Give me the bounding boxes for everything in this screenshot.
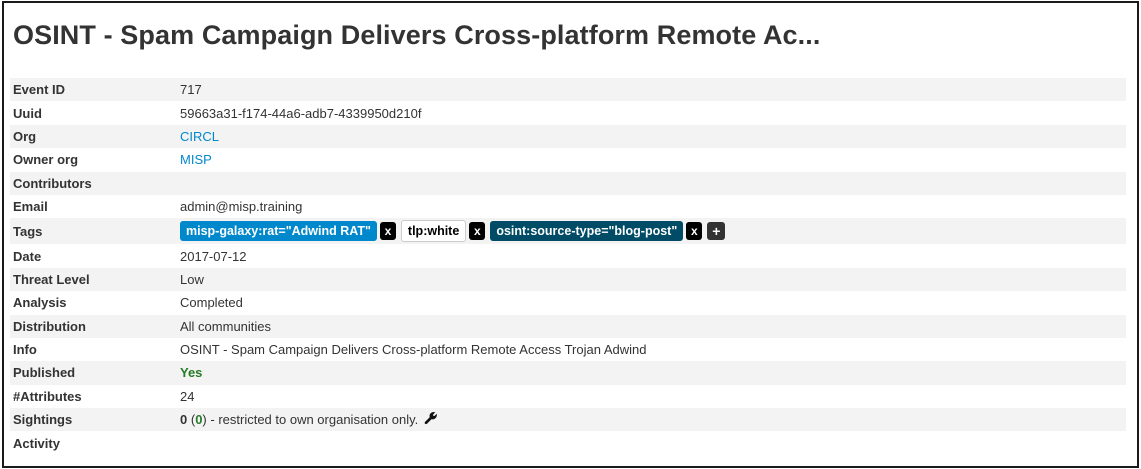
sightings-count: 0 [180,412,188,428]
tag-tlp-white[interactable]: tlp:white [400,220,467,243]
sightings-own-count: 0 [195,412,203,428]
value-info: OSINT - Spam Campaign Delivers Cross-pla… [180,342,647,358]
label-org: Org [13,128,37,144]
label-tags: Tags [13,223,43,239]
row-info: Info OSINT - Spam Campaign Delivers Cros… [10,338,1126,361]
value-threat-level: Low [180,271,204,287]
label-event-id: Event ID [13,82,66,98]
row-org: Org CIRCL [10,124,1126,149]
row-owner-org: Owner org MISP [10,148,1126,171]
row-threat-level: Threat Level Low [10,267,1126,292]
row-published: Published Yes [10,361,1126,385]
row-contributors: Contributors [10,171,1126,195]
label-email: Email [13,199,48,215]
row-distribution: Distribution All communities [10,314,1126,338]
label-published: Published [13,365,76,381]
row-date: Date 2017-07-12 [10,244,1126,267]
row-sightings: Sightings 0 (0) - restricted to own orga… [10,408,1126,432]
row-analysis: Analysis Completed [10,291,1126,314]
label-activity: Activity [13,435,60,451]
row-activity: Activity [10,431,1126,454]
label-attributes: #Attributes [13,388,82,404]
label-info: Info [13,342,37,358]
label-date: Date [13,248,42,264]
label-sightings: Sightings [13,412,73,428]
event-details-table: Event ID 717 Uuid 59663a31-f174-44a6-adb… [10,78,1126,455]
value-distribution: All communities [180,318,272,334]
label-analysis: Analysis [13,295,67,311]
row-event-id: Event ID 717 [10,78,1126,102]
row-tags: Tags misp-galaxy:rat="Adwind RAT" x tlp:… [10,218,1126,245]
value-published: Yes [180,365,203,381]
label-contributors: Contributors [13,175,92,191]
remove-tag-source-type-button[interactable]: x [686,222,703,241]
value-uuid: 59663a31-f174-44a6-adb7-4339950d210f [180,105,422,121]
value-email: admin@misp.training [180,199,303,215]
value-sightings: 0 (0) - restricted to own organisation o… [180,411,1126,428]
value-event-id: 717 [180,82,202,98]
value-attributes: 24 [180,388,195,404]
sightings-note: - restricted to own organisation only. [210,412,419,428]
value-date: 2017-07-12 [180,248,247,264]
row-uuid: Uuid 59663a31-f174-44a6-adb7-4339950d210… [10,101,1126,124]
row-attributes: #Attributes 24 [10,385,1126,408]
page-title: OSINT - Spam Campaign Delivers Cross-pla… [13,20,821,50]
org-link[interactable]: CIRCL [180,129,219,144]
tag-list: misp-galaxy:rat="Adwind RAT" x tlp:white… [180,220,1126,243]
remove-tag-tlp-white-button[interactable]: x [469,222,486,241]
row-email: Email admin@misp.training [10,195,1126,218]
tag-adwind-rat[interactable]: misp-galaxy:rat="Adwind RAT" [180,221,377,242]
wrench-icon[interactable] [424,411,438,428]
label-uuid: Uuid [13,105,42,121]
add-tag-button[interactable]: + [707,222,726,241]
label-threat-level: Threat Level [13,271,90,287]
label-owner-org: Owner org [13,152,79,168]
value-analysis: Completed [180,295,243,311]
tag-source-type-blog-post[interactable]: osint:source-type="blog-post" [490,221,684,242]
remove-tag-adwind-rat-button[interactable]: x [379,222,396,241]
label-distribution: Distribution [13,318,86,334]
owner-org-link[interactable]: MISP [180,152,212,167]
